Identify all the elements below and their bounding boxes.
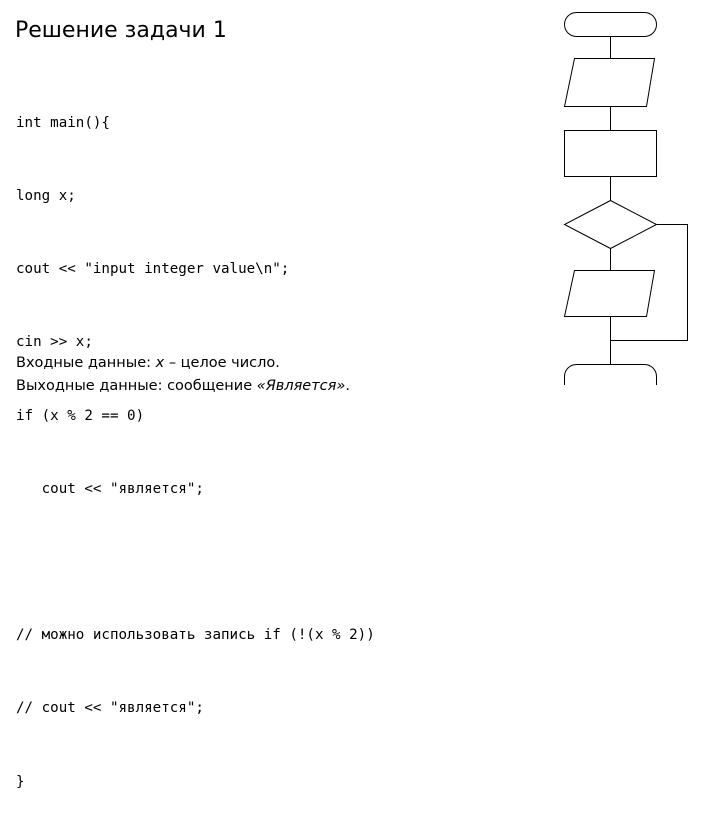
code-line: // можно использовать запись if (!(x % 2…: [16, 627, 375, 644]
terminator-start: [564, 12, 657, 37]
code-line: cout << "является";: [16, 480, 204, 497]
code-listing: int main(){ long x; cout << "input integ…: [16, 62, 375, 818]
slide-title: Решение задачи 1: [15, 18, 227, 43]
code-line: }: [16, 773, 25, 790]
output-description: Выходные данные: сообщение «Является».: [16, 375, 350, 398]
decision-diamond: [563, 199, 658, 250]
code-line: long x;: [16, 188, 76, 205]
output-label: Выходные данные: сообщение: [16, 378, 257, 394]
output-period: .: [345, 378, 350, 394]
input-label: Входные данные:: [16, 355, 156, 371]
input-type: – целое число.: [164, 355, 280, 371]
input-parallelogram: [563, 58, 656, 107]
process-rectangle: [564, 130, 657, 177]
input-description: Входные данные: x – целое число.: [16, 352, 350, 375]
code-line: int main(){: [16, 114, 110, 131]
bypass-connector: [610, 224, 688, 341]
output-parallelogram: [563, 270, 656, 317]
input-variable: x: [155, 355, 165, 371]
code-line: cout << "input integer value\n";: [16, 261, 290, 278]
code-line: if (x % 2 == 0): [16, 407, 145, 424]
io-description: Входные данные: x – целое число. Выходны…: [16, 352, 350, 398]
flowchart: [563, 12, 688, 385]
output-message: «Является»: [256, 378, 346, 394]
code-line: // cout << "является";: [16, 700, 204, 717]
terminator-end: [564, 364, 657, 385]
